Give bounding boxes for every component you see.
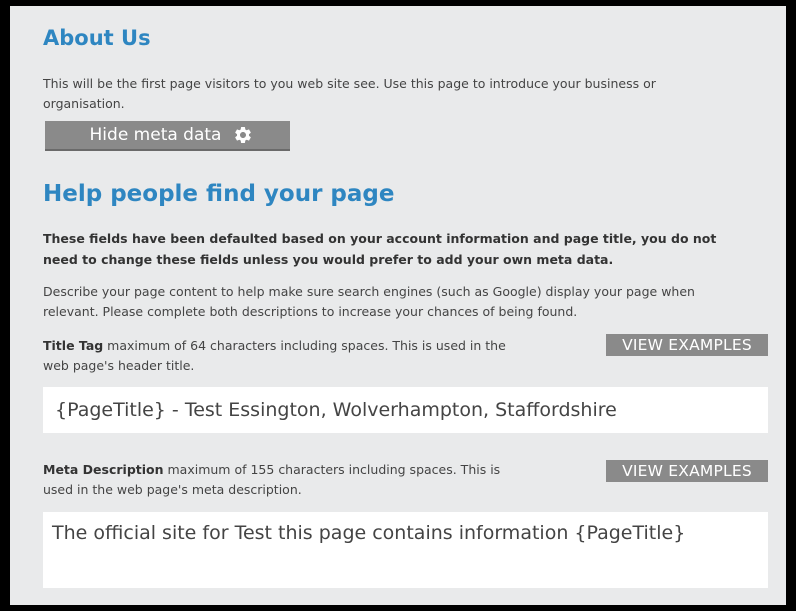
page-title: About Us xyxy=(43,26,151,50)
meta-description-name: Meta Description xyxy=(43,462,164,477)
gear-icon xyxy=(235,127,252,143)
meta-description-textarea[interactable]: The official site for Test this page con… xyxy=(43,512,768,588)
meta-description-view-examples-button[interactable]: VIEW EXAMPLES xyxy=(606,460,768,482)
title-tag-name: Title Tag xyxy=(43,338,104,353)
hide-meta-data-label: Hide meta data xyxy=(89,125,222,145)
title-tag-label: Title Tag maximum of 64 characters inclu… xyxy=(43,336,523,376)
title-tag-hint: maximum of 64 characters including space… xyxy=(43,338,506,373)
meta-description-label: Meta Description maximum of 155 characte… xyxy=(43,460,523,500)
title-tag-input[interactable]: {PageTitle} - Test Essington, Wolverhamp… xyxy=(43,387,768,433)
hide-meta-data-button[interactable]: Hide meta data xyxy=(45,121,290,151)
seo-description-text: Describe your page content to help make … xyxy=(43,284,695,319)
seo-section-heading: Help people find your page xyxy=(43,181,395,207)
title-tag-view-examples-button[interactable]: VIEW EXAMPLES xyxy=(606,334,768,356)
editor-panel: About Us This will be the first page vis… xyxy=(10,6,786,605)
page-intro-text: This will be the first page visitors to … xyxy=(43,76,656,111)
seo-defaults-notice: These fields have been defaulted based o… xyxy=(43,231,717,267)
